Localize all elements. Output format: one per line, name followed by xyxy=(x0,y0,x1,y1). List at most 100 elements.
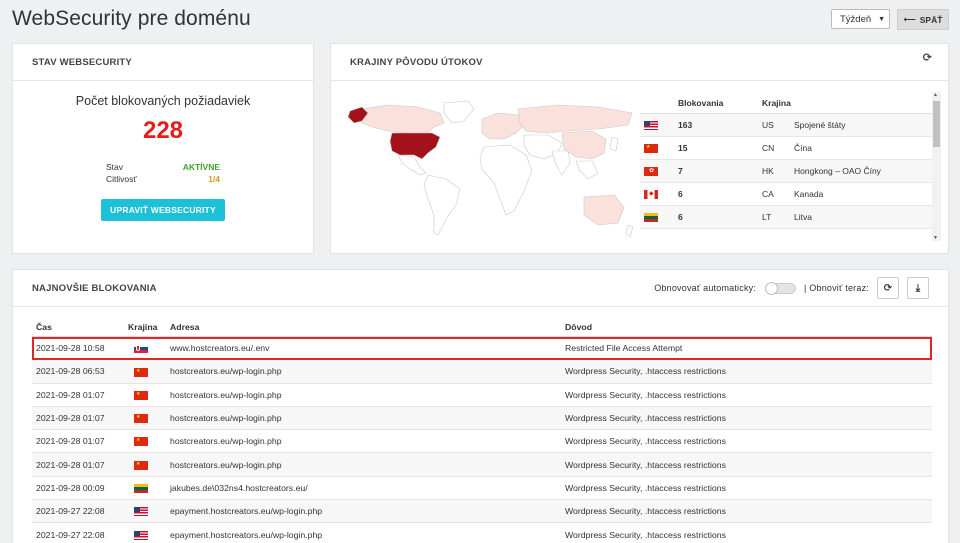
row-address: hostcreators.eu/wp-login.php xyxy=(170,413,282,424)
arrow-left-icon: ⟵ xyxy=(903,14,916,24)
row-address: hostcreators.eu/wp-login.php xyxy=(170,436,282,447)
auto-refresh-toggle[interactable] xyxy=(765,281,797,295)
country-row: 6 LT Litva xyxy=(640,206,932,229)
flag-cn-icon: ★ xyxy=(134,414,148,424)
edit-websecurity-button[interactable]: UPRAVIŤ WEBSECURITY xyxy=(101,199,225,221)
row-reason: Restricted File Access Attempt xyxy=(565,343,683,354)
row-time: 2021-09-28 10:58 xyxy=(36,343,105,354)
map-canada xyxy=(357,104,445,134)
scroll-down-icon[interactable]: ▼ xyxy=(933,235,938,241)
world-map xyxy=(348,100,634,238)
websecurity-status-card: STAV WEBSECURITY Počet blokovaných požia… xyxy=(12,43,314,254)
flag-icon xyxy=(640,120,678,131)
country-count: 15 xyxy=(678,143,688,153)
refresh-now-label: | Obnoviť teraz: xyxy=(804,283,869,293)
country-row: ◆ 6 CA Kanada xyxy=(640,183,932,206)
blocks-table: Čas Krajina Adresa Dôvod 2021-09-28 10:5… xyxy=(32,317,932,543)
row-time: 2021-09-28 06:53 xyxy=(36,366,105,377)
table-row: 2021-09-28 01:07 ★ hostcreators.eu/wp-logi… xyxy=(32,406,932,431)
row-address: www.hostcreators.eu/.env xyxy=(170,343,270,354)
col-time: Čas xyxy=(36,321,52,332)
row-time: 2021-09-28 01:07 xyxy=(36,436,105,447)
flag-cn-icon: ★ xyxy=(134,460,148,470)
map-japan xyxy=(609,136,619,152)
row-address: epayment.hostcreators.eu/wp-login.php xyxy=(170,529,323,540)
map-se-asia xyxy=(575,160,599,180)
back-button[interactable]: ⟵ SPÄŤ xyxy=(897,9,949,30)
refresh-now-button[interactable]: ⟳ xyxy=(877,277,899,299)
status-card-title: STAV WEBSECURITY xyxy=(13,44,313,81)
row-reason: Wordpress Security, .htaccess restrictio… xyxy=(565,413,726,424)
row-time: 2021-09-27 22:08 xyxy=(36,529,105,540)
blocked-requests-label: Počet blokovaných požiadaviek xyxy=(75,94,251,108)
recent-blocks-card: NAJNOVŠIE BLOKOVANIA Obnovovať automatic… xyxy=(12,269,949,543)
map-russia xyxy=(517,104,633,134)
chevron-down-icon: ▼ xyxy=(878,15,885,23)
country-row: ✿ 7 HK Hongkong – OAO Číny xyxy=(640,160,932,183)
scroll-up-icon[interactable]: ▲ xyxy=(933,92,938,98)
flag-cn-icon: ★ xyxy=(644,144,658,154)
countries-table-body: 163 US Spojené štáty ★ 15 CN Čína ✿ 7 HK Hongkong … xyxy=(640,114,932,252)
period-select-value: Týždeň xyxy=(840,13,872,25)
countries-table-header: Blokovania Krajina xyxy=(640,92,932,114)
col-address: Adresa xyxy=(170,321,200,332)
row-reason: Wordpress Security, .htaccess restrictio… xyxy=(565,506,726,517)
flag-icon: ★ xyxy=(640,143,678,154)
countries-card-title: KRAJINY PÔVODU ÚTOKOV xyxy=(331,44,948,81)
country-code: LT xyxy=(762,212,772,222)
col-country: Krajina xyxy=(128,321,158,332)
table-row: 2021-09-27 22:08 epayment.hostcreators.eu… xyxy=(32,500,932,524)
col-reason: Dôvod xyxy=(565,321,593,332)
row-country: ★ xyxy=(128,413,170,424)
map-new-zealand xyxy=(625,224,634,238)
map-australia xyxy=(583,194,625,226)
country-name: Čína xyxy=(794,143,812,153)
refresh-icon[interactable]: ⟳ xyxy=(923,51,932,64)
col-country: Krajina xyxy=(762,97,791,108)
map-india xyxy=(551,150,571,176)
row-country: ★ xyxy=(128,460,170,470)
table-row-highlighted: 2021-09-28 10:58 www.hostcreators.eu/.env… xyxy=(32,337,932,361)
country-count: 163 xyxy=(678,120,693,130)
row-reason: Wordpress Security, .htaccess restrictio… xyxy=(565,366,726,377)
download-icon: ⤓ xyxy=(915,282,921,294)
flag-icon: ✿ xyxy=(640,166,678,177)
table-row: 2021-09-28 06:53 ★ hostcreators.eu/wp-logi… xyxy=(32,360,932,384)
download-button[interactable]: ⤓ xyxy=(907,277,929,299)
row-country xyxy=(128,483,170,494)
row-country: ★ xyxy=(128,366,170,377)
state-value: AKTÍVNE xyxy=(182,162,220,172)
row-time: 2021-09-28 01:07 xyxy=(36,459,105,470)
scrollbar-thumb[interactable] xyxy=(933,101,940,147)
period-select[interactable]: Týždeň ▼ xyxy=(831,9,890,29)
country-row: 163 US Spojené štáty xyxy=(640,114,932,137)
flag-cn-icon: ★ xyxy=(134,390,148,400)
row-address: epayment.hostcreators.eu/wp-login.php xyxy=(170,506,323,517)
flag-icon: ◆ xyxy=(640,189,678,200)
row-country xyxy=(128,506,170,517)
row-country xyxy=(128,529,170,540)
page-title: WebSecurity pre doménu xyxy=(12,7,251,30)
state-label: Stav xyxy=(106,162,124,172)
back-button-label: SPÄŤ xyxy=(919,14,943,25)
country-name: Kanada xyxy=(794,189,824,199)
country-row: ★ 15 CN Čína xyxy=(640,137,932,160)
blocked-requests-count: 228 xyxy=(142,117,184,144)
flag-hk-icon: ✿ xyxy=(644,167,658,177)
country-code: CN xyxy=(762,143,775,153)
row-time: 2021-09-28 00:09 xyxy=(36,482,105,493)
row-country: ★ xyxy=(128,436,170,447)
row-address: hostcreators.eu/wp-login.php xyxy=(170,366,282,377)
flag-icon xyxy=(640,212,678,223)
recent-card-title: NAJNOVŠIE BLOKOVANIA xyxy=(32,282,157,294)
auto-refresh-label: Obnovovať automaticky: xyxy=(654,283,757,293)
map-usa xyxy=(389,132,441,160)
row-reason: Wordpress Security, .htaccess restrictio… xyxy=(565,436,726,447)
countries-scrollbar[interactable]: ▲ ▼ xyxy=(932,92,941,241)
blocks-table-body: 2021-09-28 10:58 www.hostcreators.eu/.env… xyxy=(32,337,932,543)
country-name: Spojené štáty xyxy=(794,120,846,130)
row-reason: Wordpress Security, .htaccess restrictio… xyxy=(565,389,726,400)
row-country xyxy=(128,343,170,354)
flag-cn-icon: ★ xyxy=(134,437,148,447)
table-row: 2021-09-28 00:09 jakubes.de\032ns4.hostcr… xyxy=(32,477,932,501)
